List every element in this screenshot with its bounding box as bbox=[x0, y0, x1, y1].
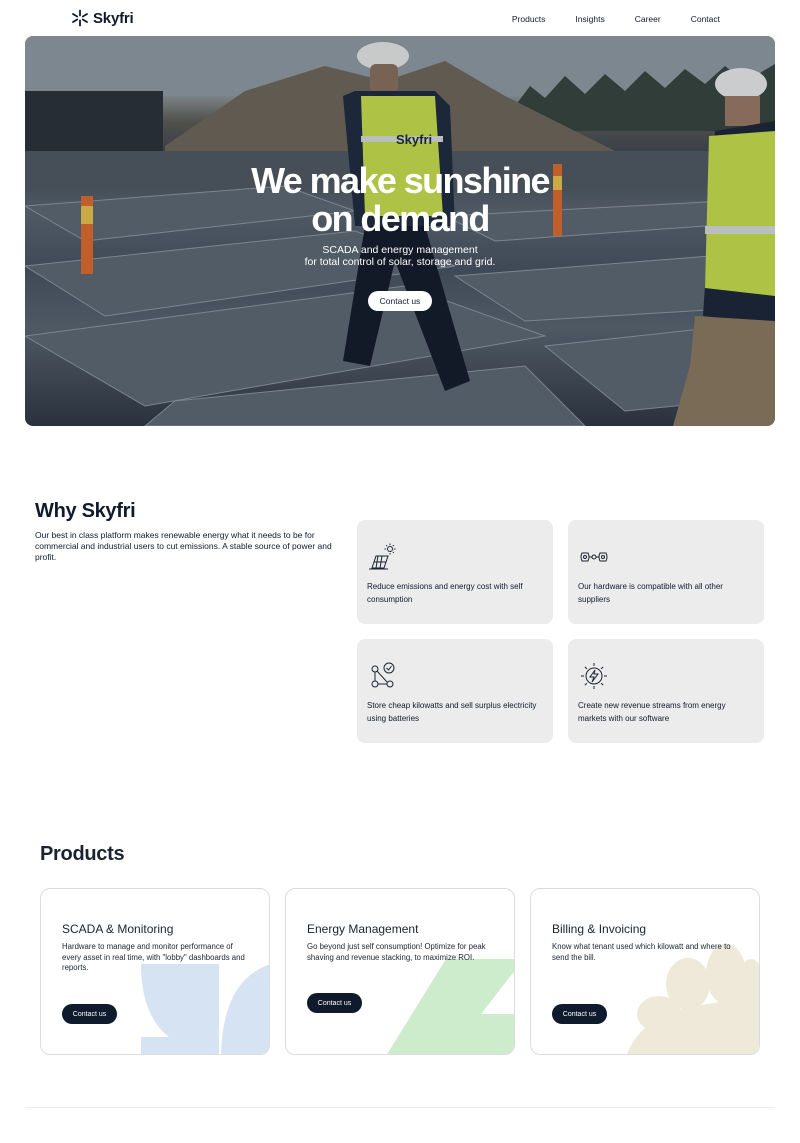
hero-subtitle-line-1: SCADA and energy management bbox=[322, 244, 478, 256]
hero-subtitle-line-2: for total control of solar, storage and … bbox=[304, 256, 496, 268]
nav-link-insights[interactable]: Insights bbox=[575, 14, 604, 24]
product-title: Billing & Invoicing bbox=[552, 922, 647, 936]
feature-text: Our hardware is compatible with all othe… bbox=[578, 582, 723, 604]
solar-panel-icon bbox=[369, 543, 396, 570]
feature-card-emissions: Reduce emissions and energy cost with se… bbox=[357, 520, 553, 624]
feature-text: Reduce emissions and energy cost with se… bbox=[367, 582, 523, 604]
product-title: Energy Management bbox=[307, 922, 419, 936]
lightning-sun-icon bbox=[581, 663, 607, 689]
brand-name: Skyfri bbox=[93, 9, 134, 27]
hero-subtitle: SCADA and energy management for total co… bbox=[25, 244, 775, 268]
brand-logo[interactable]: Skyfri bbox=[71, 9, 134, 27]
hero-title: We make sunshine on demand bbox=[25, 162, 775, 238]
why-section-title: Why Skyfri bbox=[35, 500, 136, 522]
skyfri-logo-icon bbox=[72, 9, 88, 27]
green-z-decoration bbox=[387, 959, 514, 1054]
hardware-link-icon bbox=[580, 552, 608, 562]
nav-link-contact[interactable]: Contact bbox=[691, 14, 720, 24]
feature-text: Store cheap kilowatts and sell surplus e… bbox=[367, 701, 537, 723]
nav-links: Products Insights Career Contact bbox=[512, 14, 720, 24]
footer-divider bbox=[25, 1107, 775, 1108]
feature-card-revenue: Create new revenue streams from energy m… bbox=[568, 639, 764, 743]
product-card-billing: Billing & Invoicing Know what tenant use… bbox=[530, 888, 760, 1055]
product-description: Go beyond just self consumption! Optimiz… bbox=[307, 942, 486, 962]
hero-banner: Skyfri We make sunshine on demand SCADA … bbox=[25, 36, 775, 426]
scada-contact-button[interactable]: Contact us bbox=[62, 1004, 117, 1024]
product-card-energy-management: Energy Management Go beyond just self co… bbox=[285, 888, 515, 1055]
hero-title-line-1: We make sunshine bbox=[251, 160, 550, 201]
nav-link-career[interactable]: Career bbox=[635, 14, 661, 24]
product-title: SCADA & Monitoring bbox=[62, 922, 174, 936]
beige-flower-decoration bbox=[626, 944, 759, 1054]
why-section-description: Our best in class platform makes renewab… bbox=[35, 530, 332, 562]
top-navigation: Skyfri Products Insights Career Contact bbox=[0, 0, 800, 38]
hero-contact-button[interactable]: Contact us bbox=[368, 291, 432, 311]
products-section-title: Products bbox=[40, 843, 125, 865]
feature-card-batteries: Store cheap kilowatts and sell surplus e… bbox=[357, 639, 553, 743]
feature-card-compatibility: Our hardware is compatible with all othe… bbox=[568, 520, 764, 624]
billing-contact-button[interactable]: Contact us bbox=[552, 1004, 607, 1024]
energy-management-contact-button[interactable]: Contact us bbox=[307, 993, 362, 1013]
battery-network-icon bbox=[371, 662, 395, 688]
hero-title-line-2: on demand bbox=[311, 198, 490, 239]
product-description: Hardware to manage and monitor performan… bbox=[62, 942, 245, 972]
product-description: Know what tenant used which kilowatt and… bbox=[552, 942, 731, 962]
product-card-scada: SCADA & Monitoring Hardware to manage an… bbox=[40, 888, 270, 1055]
feature-text: Create new revenue streams from energy m… bbox=[578, 701, 726, 723]
nav-link-products[interactable]: Products bbox=[512, 14, 546, 24]
